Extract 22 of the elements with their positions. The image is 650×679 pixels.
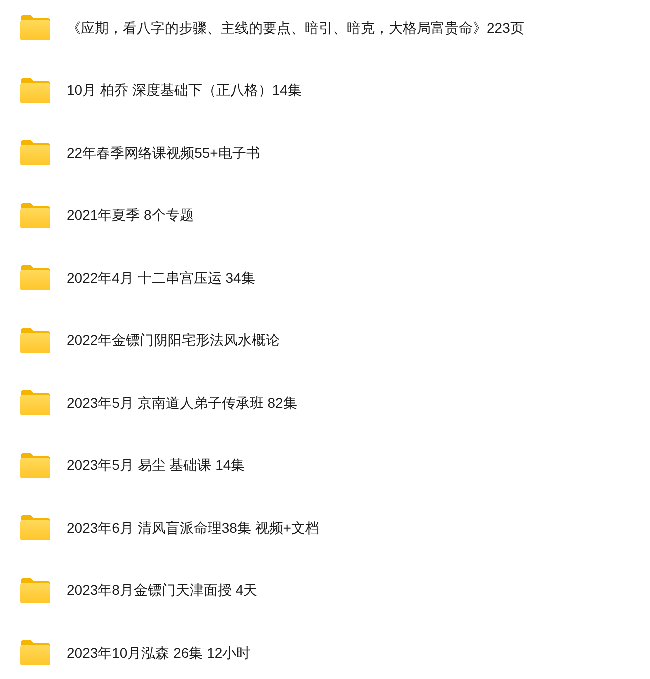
folder-icon — [20, 202, 51, 228]
folder-name[interactable]: 2023年6月 清风盲派命理38集 视频+文档 — [67, 518, 320, 538]
folder-icon — [20, 140, 51, 166]
folder-icon — [20, 265, 51, 291]
folder-icon — [20, 452, 51, 478]
folder-name[interactable]: 2023年8月金镖门天津面授 4天 — [67, 580, 258, 601]
folder-icon — [20, 640, 51, 666]
folder-icon — [20, 78, 51, 104]
folder-name[interactable]: 2021年夏季 8个专题 — [67, 205, 194, 226]
folder-name[interactable]: 2022年金镖门阴阳宅形法风水概论 — [67, 330, 280, 351]
folder-name[interactable]: 2023年10月泓森 26集 12小时 — [67, 642, 251, 664]
folder-name[interactable]: 22年春季网络课视频55+电子书 — [67, 142, 260, 164]
folder-icon — [20, 578, 51, 604]
folder-name[interactable]: 10月 柏乔 深度基础下（正八格）14集 — [67, 80, 302, 101]
folder-name[interactable]: 2022年4月 十二串宫压运 34集 — [67, 268, 256, 288]
folder-icon — [20, 328, 51, 354]
folder-icon — [20, 15, 51, 41]
folder-name[interactable]: 2023年5月 京南道人弟子传承班 82集 — [67, 392, 298, 414]
folder-icon — [20, 390, 51, 416]
folder-name[interactable]: 《应期，看八字的步骤、主线的要点、暗引、暗克，大格局富贵命》223页 — [67, 18, 524, 38]
folder-icon — [20, 515, 51, 541]
folder-name[interactable]: 2023年5月 易尘 基础课 14集 — [67, 455, 246, 476]
